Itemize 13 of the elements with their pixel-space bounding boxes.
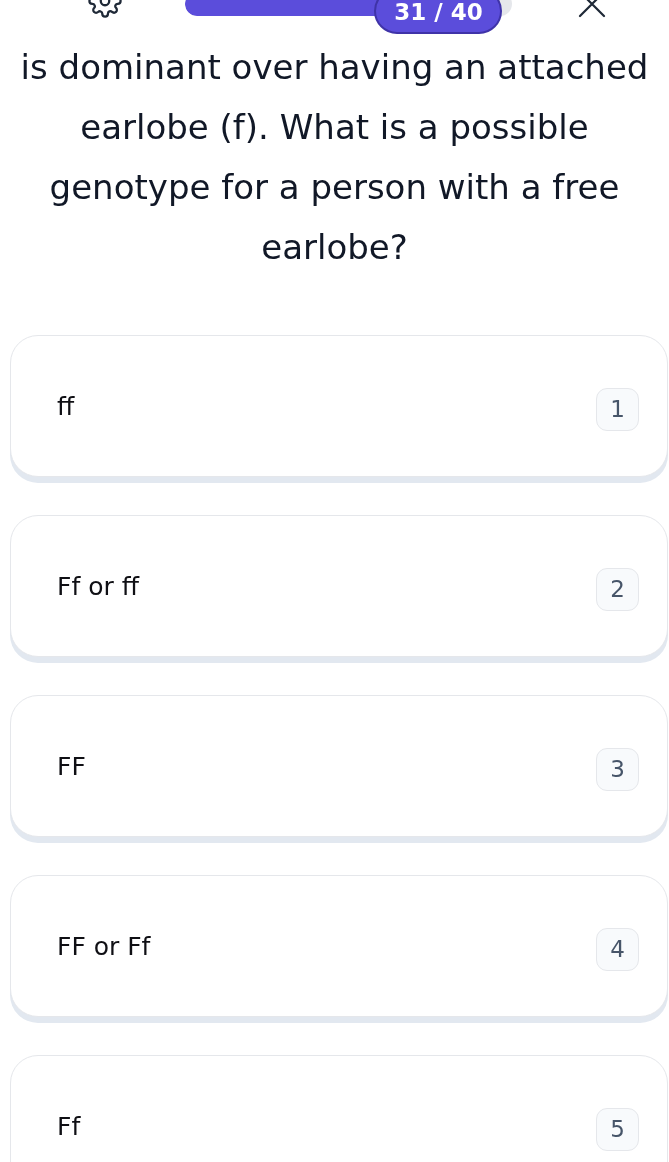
- option-label: Ff or ff: [57, 571, 139, 601]
- option-number: 3: [596, 747, 639, 791]
- option-number: 1: [596, 387, 639, 431]
- option-label: ff: [57, 391, 75, 421]
- option-number: 2: [596, 567, 639, 611]
- answer-option[interactable]: Ff 5: [10, 1055, 668, 1162]
- option-number: 5: [596, 1107, 639, 1151]
- question-counter: 31 / 40: [374, 0, 503, 34]
- question-text: is dominant over having an attached earlobe (f). What is a possible genotype for a person with a free earlobe?: [19, 46, 650, 269]
- option-number: 4: [596, 927, 639, 971]
- option-label: FF or Ff: [57, 931, 151, 961]
- option-label: FF: [57, 751, 86, 781]
- option-label: Ff: [57, 1111, 81, 1141]
